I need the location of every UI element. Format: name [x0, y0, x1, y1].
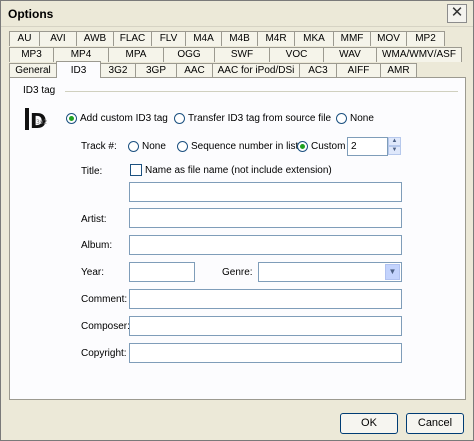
- tab-aac[interactable]: AAC: [176, 63, 213, 78]
- cancel-button[interactable]: Cancel: [406, 413, 464, 434]
- copyright-label: Copyright:: [81, 348, 127, 359]
- ok-button[interactable]: OK: [340, 413, 398, 434]
- tab-aiff[interactable]: AIFF: [336, 63, 381, 78]
- tab-voc[interactable]: VOC: [269, 47, 324, 62]
- tab-wma-wmv-asf[interactable]: WMA/WMV/ASF: [376, 47, 462, 62]
- year-input[interactable]: [129, 262, 195, 282]
- id3-panel: ID3 tag D 3v2 Add custom ID3 tag Transfe…: [9, 77, 466, 400]
- track-none-label[interactable]: None: [142, 141, 166, 152]
- add-custom-id3-radio[interactable]: [66, 113, 77, 124]
- spin-down-icon[interactable]: ▼: [388, 146, 401, 155]
- tab-row-1: AU AVI AWB FLAC FLV M4A M4B M4R MKA MMF MOV MP2: [9, 31, 445, 46]
- tab-m4a[interactable]: M4A: [185, 31, 222, 46]
- tab-avi[interactable]: AVI: [39, 31, 77, 46]
- logo-sub: 3v2: [36, 119, 47, 126]
- tab-mp3[interactable]: MP3: [9, 47, 54, 62]
- transfer-id3-radio[interactable]: [174, 113, 185, 124]
- name-as-file-checkbox[interactable]: [130, 164, 142, 176]
- track-label: Track #:: [81, 141, 117, 152]
- spin-up-icon[interactable]: ▲: [388, 137, 401, 146]
- composer-label: Composer:: [81, 321, 130, 332]
- tab-row-2: MP3 MP4 MPA OGG SWF VOC WAV WMA/WMV/ASF: [9, 47, 462, 62]
- tab-m4b[interactable]: M4B: [221, 31, 258, 46]
- close-icon: ✕: [450, 4, 464, 21]
- name-as-file-label[interactable]: Name as file name (not include extension…: [145, 165, 332, 176]
- track-custom-label[interactable]: Custom: [311, 141, 345, 152]
- tab-m4r[interactable]: M4R: [257, 31, 295, 46]
- genre-label: Genre:: [222, 267, 253, 278]
- track-sequence-label[interactable]: Sequence number in list: [191, 141, 298, 152]
- tab-ogg[interactable]: OGG: [163, 47, 215, 62]
- tab-au[interactable]: AU: [9, 31, 40, 46]
- comment-label: Comment:: [81, 294, 128, 305]
- tab-flac[interactable]: FLAC: [113, 31, 152, 46]
- transfer-id3-label[interactable]: Transfer ID3 tag from source file: [188, 113, 331, 124]
- tab-general[interactable]: General: [9, 63, 57, 78]
- tab-mka[interactable]: MKA: [294, 31, 334, 46]
- add-custom-id3-label[interactable]: Add custom ID3 tag: [80, 113, 168, 124]
- tab-mmf[interactable]: MMF: [333, 31, 371, 46]
- album-input[interactable]: [129, 235, 402, 255]
- track-custom-input[interactable]: 2: [347, 137, 388, 156]
- tab-mov[interactable]: MOV: [370, 31, 407, 46]
- track-custom-radio[interactable]: [297, 141, 308, 152]
- year-label: Year:: [81, 267, 104, 278]
- options-dialog: Options ✕ AU AVI AWB FLAC FLV M4A M4B M4R MKA MMF…: [0, 0, 474, 441]
- tab-wav[interactable]: WAV: [323, 47, 377, 62]
- tab-3g2[interactable]: 3G2: [100, 63, 136, 78]
- comment-input[interactable]: [129, 289, 402, 309]
- track-none-radio[interactable]: [128, 141, 139, 152]
- title-input[interactable]: [129, 182, 402, 202]
- composer-input[interactable]: [129, 316, 402, 336]
- artist-label: Artist:: [81, 214, 107, 225]
- title-bar[interactable]: Options ✕: [1, 1, 473, 27]
- title-label: Title:: [81, 166, 103, 177]
- chevron-down-icon[interactable]: ▼: [385, 264, 400, 280]
- tab-id3[interactable]: ID3: [56, 61, 101, 78]
- id3-group-label: ID3 tag: [23, 85, 56, 96]
- copyright-input[interactable]: [129, 343, 402, 363]
- tab-mpa[interactable]: MPA: [108, 47, 164, 62]
- group-divider: [65, 91, 458, 92]
- track-sequence-radio[interactable]: [177, 141, 188, 152]
- tab-awb[interactable]: AWB: [76, 31, 114, 46]
- window-title: Options: [8, 7, 54, 21]
- mode-none-label[interactable]: None: [350, 113, 374, 124]
- album-label: Album:: [81, 240, 113, 251]
- tab-mp2[interactable]: MP2: [406, 31, 445, 46]
- tab-row-3: General ID3 3G2 3GP AAC AAC for iPod/DSi AC3 AI…: [9, 61, 417, 78]
- artist-input[interactable]: [129, 208, 402, 228]
- id3v2-logo-icon: D 3v2: [25, 106, 49, 133]
- mode-none-radio[interactable]: [336, 113, 347, 124]
- tab-aac-for-ipod-dsi[interactable]: AAC for iPod/DSi: [212, 63, 300, 78]
- tab-swf[interactable]: SWF: [214, 47, 270, 62]
- tab-mp4[interactable]: MP4: [53, 47, 109, 62]
- track-spinner[interactable]: ▲ ▼: [388, 137, 401, 156]
- tab-flv[interactable]: FLV: [151, 31, 186, 46]
- tab-amr[interactable]: AMR: [380, 63, 417, 78]
- genre-select[interactable]: ▼: [258, 262, 402, 282]
- tab-ac3[interactable]: AC3: [299, 63, 337, 78]
- close-button[interactable]: ✕: [447, 4, 467, 23]
- tab-3gp[interactable]: 3GP: [135, 63, 177, 78]
